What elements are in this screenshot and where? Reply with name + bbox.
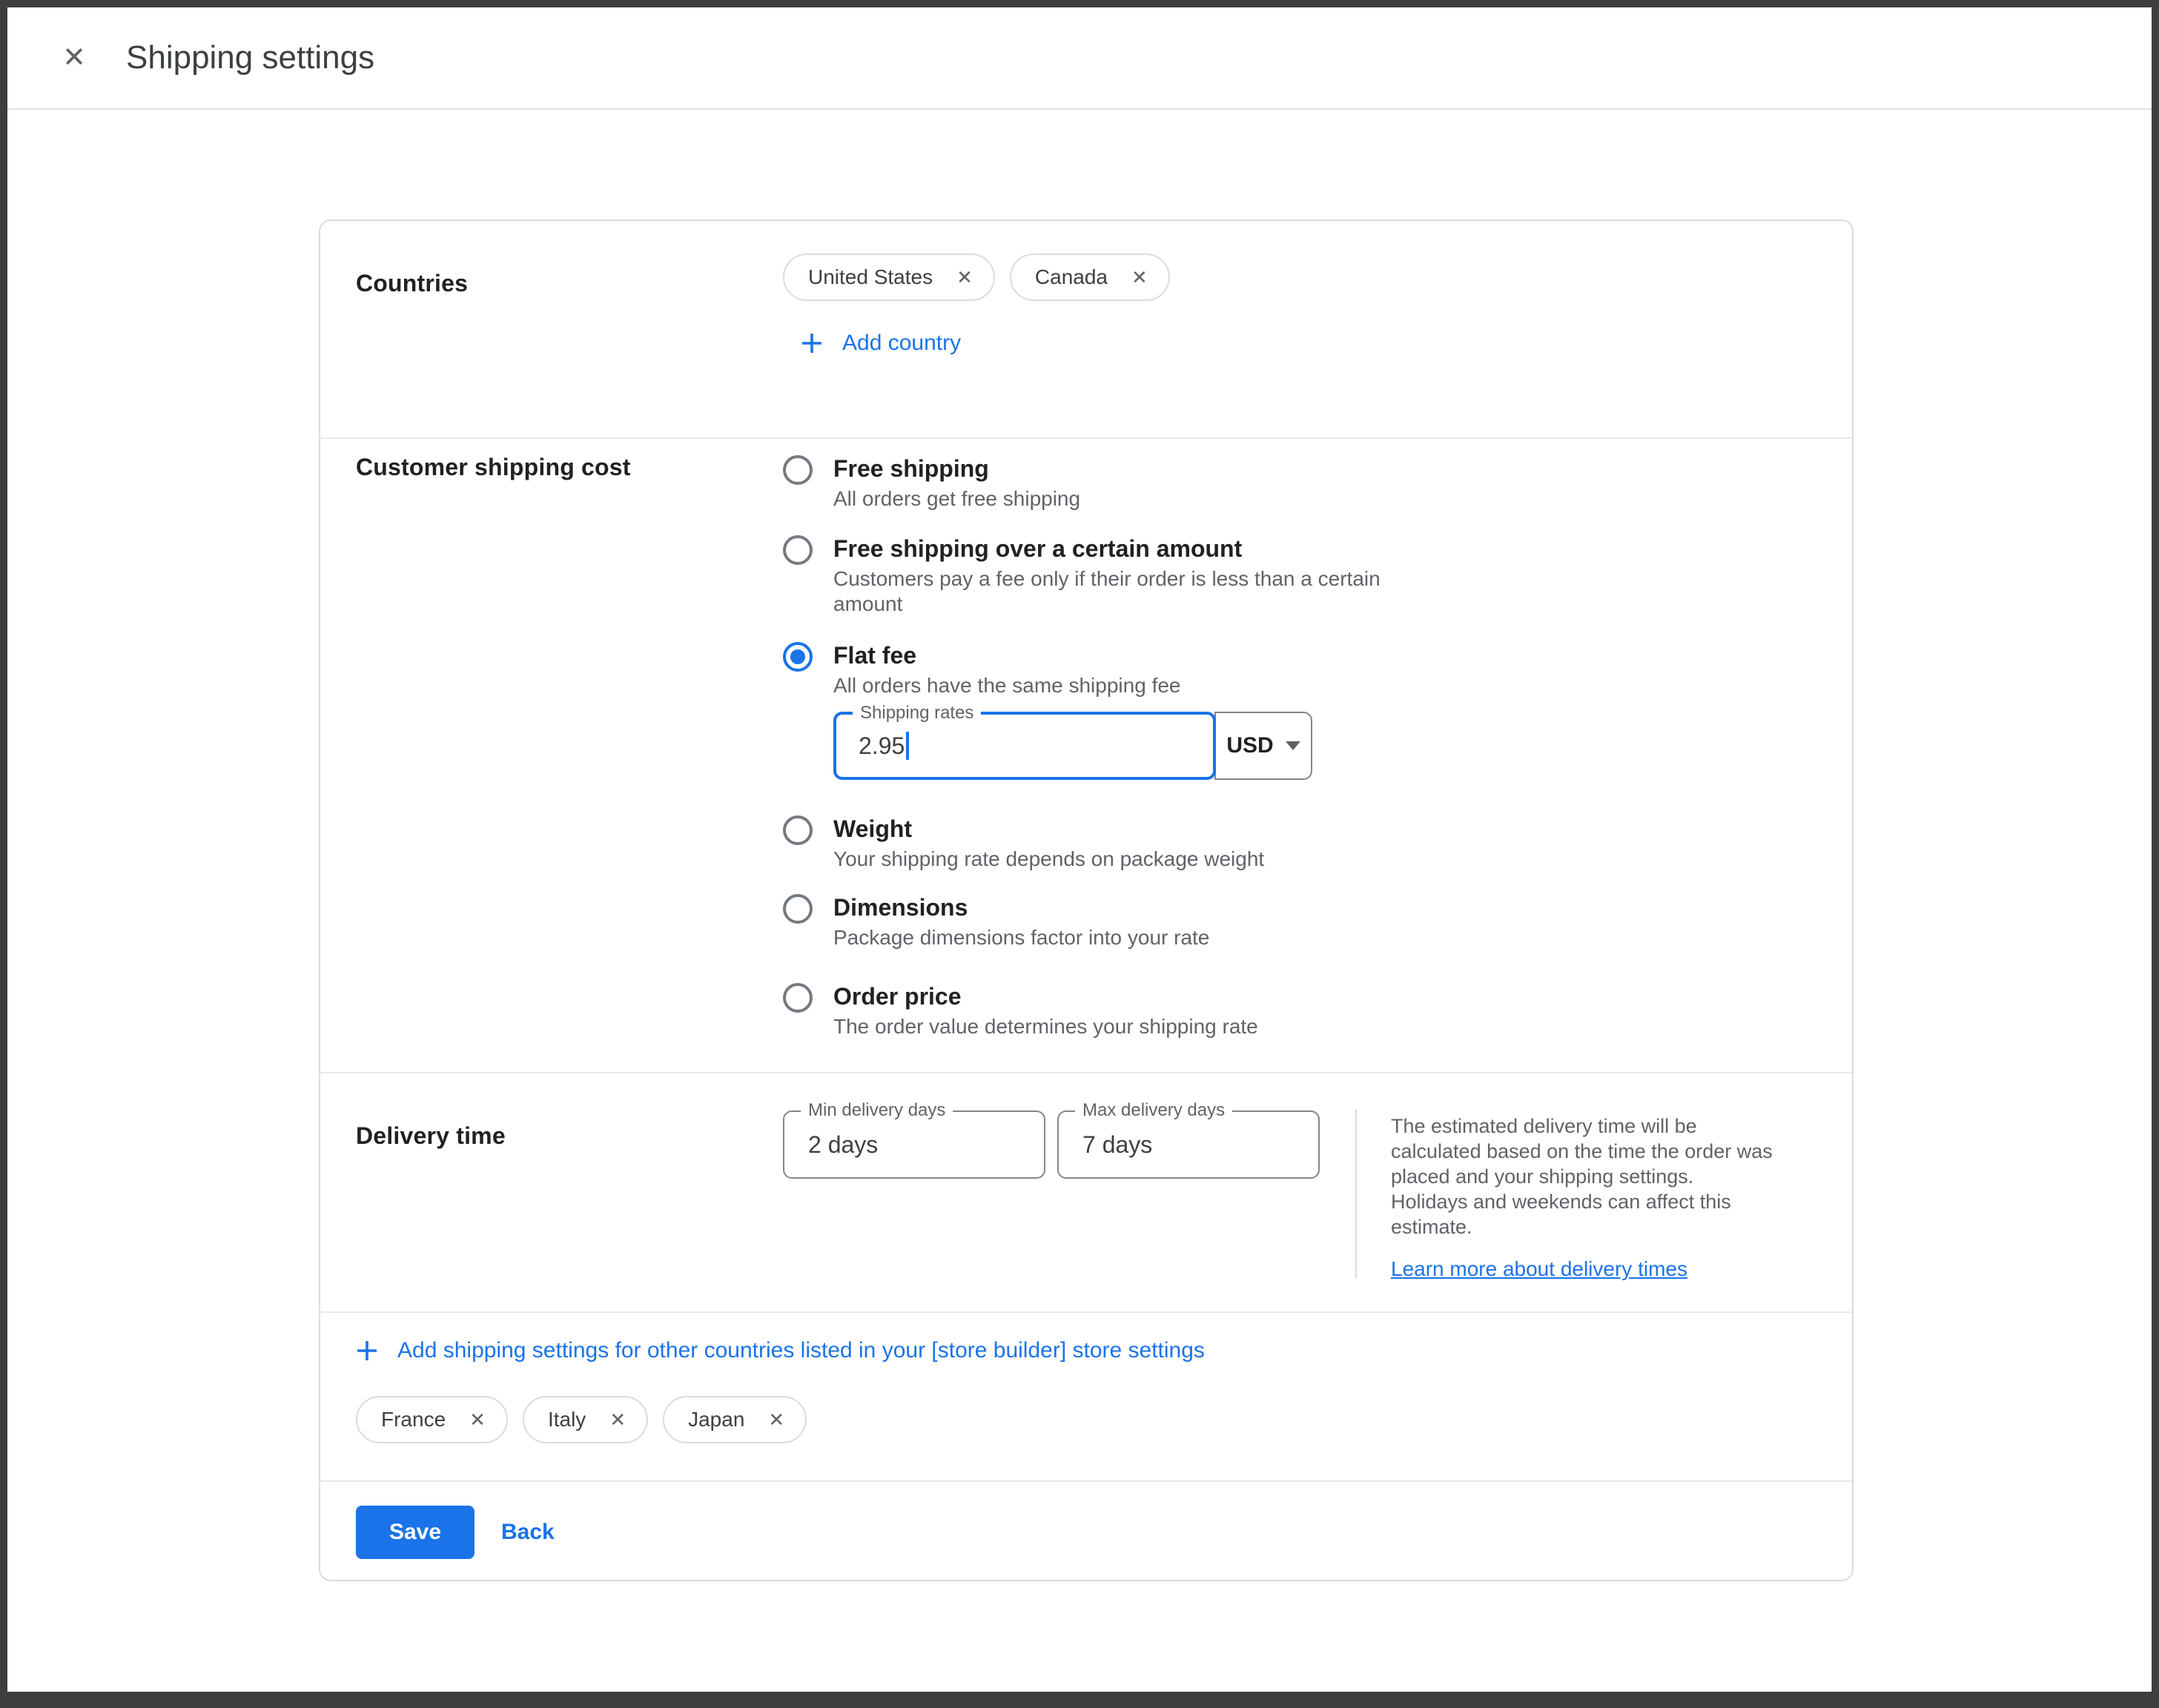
chip-label: United States	[808, 265, 933, 289]
currency-value: USD	[1226, 733, 1273, 758]
radio-option-free-over-amount[interactable]: Free shipping over a certain amount Cust…	[783, 534, 1385, 617]
settings-card: Countries United States ✕ Canada ✕ Add c…	[319, 219, 1854, 1581]
option-description: Your shipping rate depends on package we…	[833, 847, 1264, 872]
add-country-button[interactable]: Add country	[801, 331, 961, 356]
max-delivery-days-value: 7 days	[1082, 1131, 1152, 1159]
close-icon[interactable]: ✕	[58, 44, 90, 72]
option-label: Dimensions	[833, 893, 1209, 922]
dropdown-arrow-icon	[1286, 741, 1300, 750]
radio-option-order-price[interactable]: Order price The order value determines y…	[783, 982, 1385, 1039]
plus-icon	[801, 332, 823, 354]
field-floating-label: Shipping rates	[853, 703, 981, 724]
option-label: Flat fee	[833, 640, 1181, 670]
radio-option-dimensions[interactable]: Dimensions Package dimensions factor int…	[783, 893, 1385, 950]
shipping-cost-options: Free shipping All orders get free shippi…	[783, 454, 1385, 1039]
country-chip-canada: Canada ✕	[1010, 254, 1170, 301]
chip-label: Japan	[688, 1408, 744, 1431]
chip-remove-icon[interactable]: ✕	[1131, 266, 1148, 289]
other-country-chip-row: France ✕ Italy ✕ Japan ✕	[356, 1396, 1816, 1443]
delivery-note-block: The estimated delivery time will be calc…	[1391, 1113, 1816, 1282]
radio-icon[interactable]	[783, 894, 813, 924]
header: ✕ Shipping settings	[7, 7, 2152, 110]
radio-icon[interactable]	[783, 815, 813, 845]
chip-label: France	[381, 1408, 446, 1431]
country-chip-united-states: United States ✕	[783, 254, 995, 301]
vertical-divider	[1355, 1109, 1357, 1278]
max-delivery-days-input[interactable]: Max delivery days 7 days	[1057, 1110, 1320, 1179]
chip-remove-icon[interactable]: ✕	[956, 266, 973, 289]
option-label: Free shipping over a certain amount	[833, 534, 1385, 563]
field-floating-label: Min delivery days	[801, 1100, 953, 1121]
chip-label: Italy	[548, 1408, 586, 1431]
plus-icon	[356, 1340, 378, 1362]
shipping-rate-row: Shipping rates 2.95 USD	[833, 712, 1385, 780]
shipping-rates-input[interactable]: Shipping rates 2.95	[833, 712, 1216, 780]
text-cursor	[906, 732, 909, 760]
country-chip-italy: Italy ✕	[523, 1396, 648, 1443]
radio-icon[interactable]	[783, 455, 813, 485]
add-other-countries-label: Add shipping settings for other countrie…	[397, 1338, 1205, 1363]
learn-more-link[interactable]: Learn more about delivery times	[1391, 1257, 1687, 1281]
currency-select[interactable]: USD	[1214, 712, 1312, 780]
chip-remove-icon[interactable]: ✕	[609, 1409, 626, 1431]
option-description: All orders get free shipping	[833, 486, 1080, 512]
shipping-settings-window: ✕ Shipping settings Countries United Sta…	[0, 0, 2159, 1708]
option-label: Order price	[833, 982, 1258, 1011]
countries-label: Countries	[356, 270, 783, 360]
min-delivery-days-value: 2 days	[808, 1131, 878, 1159]
chip-label: Canada	[1035, 265, 1108, 289]
option-description: All orders have the same shipping fee	[833, 673, 1181, 698]
radio-option-free-shipping[interactable]: Free shipping All orders get free shippi…	[783, 454, 1385, 512]
add-country-label: Add country	[842, 331, 961, 356]
option-description: Package dimensions factor into your rate	[833, 925, 1209, 950]
delivery-note-text: The estimated delivery time will be calc…	[1391, 1113, 1816, 1239]
radio-icon[interactable]	[783, 983, 813, 1013]
countries-section: Countries United States ✕ Canada ✕ Add c…	[320, 221, 1852, 437]
field-floating-label: Max delivery days	[1075, 1100, 1232, 1121]
shipping-cost-section: Customer shipping cost Free shipping All…	[320, 437, 1852, 1072]
countries-content: United States ✕ Canada ✕ Add country	[783, 254, 1185, 360]
country-chip-france: France ✕	[356, 1396, 508, 1443]
country-chip-japan: Japan ✕	[663, 1396, 807, 1443]
shipping-cost-label: Customer shipping cost	[356, 454, 783, 1039]
option-description: Customers pay a fee only if their order …	[833, 566, 1385, 617]
radio-option-weight[interactable]: Weight Your shipping rate depends on pac…	[783, 814, 1385, 872]
delivery-time-label: Delivery time	[356, 1122, 783, 1282]
page-title: Shipping settings	[126, 39, 374, 76]
other-countries-section: Add shipping settings for other countrie…	[320, 1311, 1852, 1480]
chip-remove-icon[interactable]: ✕	[768, 1409, 784, 1431]
radio-option-flat-fee[interactable]: Flat fee All orders have the same shippi…	[783, 640, 1385, 698]
delivery-time-section: Delivery time Min delivery days 2 days M…	[320, 1072, 1852, 1311]
country-chip-row: United States ✕ Canada ✕	[783, 254, 1185, 301]
radio-icon[interactable]	[783, 642, 813, 672]
shipping-rates-value: 2.95	[859, 732, 905, 760]
back-button[interactable]: Back	[501, 1520, 555, 1545]
option-label: Free shipping	[833, 454, 1080, 483]
radio-icon[interactable]	[783, 535, 813, 565]
save-button[interactable]: Save	[356, 1506, 475, 1559]
option-description: The order value determines your shipping…	[833, 1014, 1258, 1039]
add-other-countries-button[interactable]: Add shipping settings for other countrie…	[356, 1338, 1205, 1363]
actions-section: Save Back	[320, 1480, 1852, 1580]
min-delivery-days-input[interactable]: Min delivery days 2 days	[783, 1110, 1045, 1179]
chip-remove-icon[interactable]: ✕	[469, 1409, 486, 1431]
option-label: Weight	[833, 814, 1264, 844]
